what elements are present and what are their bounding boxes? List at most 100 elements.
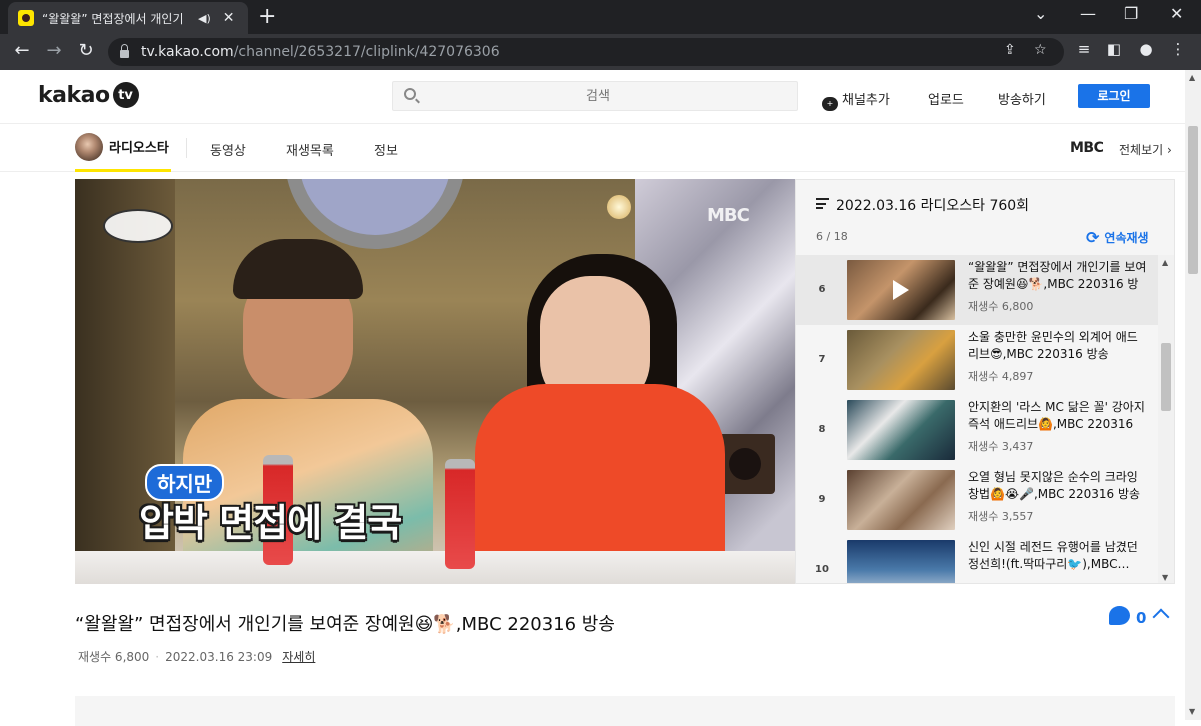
detail-link[interactable]: 자세히 [282,648,315,665]
tab-playlists[interactable]: 재생목록 [286,140,334,159]
tab-info[interactable]: 정보 [374,140,398,159]
video-date: 2022.03.16 23:09 [165,649,273,664]
comment-icon[interactable] [1109,606,1130,625]
playlist-scrollbar[interactable]: ▲ ▼ [1158,255,1174,583]
playlist-menu-icon[interactable] [816,198,829,209]
comment-count[interactable]: 0 [1136,609,1146,627]
speaker-icon[interactable]: ◀) [198,12,211,25]
show-logo-icon [103,209,173,243]
playlist-thumbnail[interactable] [847,330,955,390]
logo-tv-badge: tv [112,82,139,108]
playlist-title[interactable]: 2022.03.16 라디오스타 760회 [836,195,1029,215]
tab-close-icon[interactable]: ✕ [223,10,235,26]
water-bottle [445,459,475,569]
add-channel-label: 채널추가 [842,93,890,108]
profile-icon[interactable]: ● [1134,40,1158,58]
address-bar[interactable]: tv.kakao.com /channel/2653217/cliplink/4… [108,38,1064,66]
upload-link[interactable]: 업로드 [928,89,964,108]
site-header: kakao tv + 채널추가 업로드 방송하기 로그인 [0,70,1185,124]
tab-title: “왈왈왈” 면접장에서 개인기 [42,11,184,26]
channel-nav: 라디오스타 동영상 재생목록 정보 MBC 전체보기 › [0,124,1185,172]
playlist-item-views: 재생수 3,437 [968,440,1034,453]
kakao-tv-logo[interactable]: kakao tv [38,82,139,108]
play-icon[interactable] [893,280,909,300]
chevron-up-icon[interactable] [1153,606,1169,622]
login-button[interactable]: 로그인 [1078,84,1150,108]
guest-left-hair [233,239,363,299]
broadcaster-watermark: MBC [707,205,750,226]
scroll-down-arrow-icon[interactable]: ▼ [1162,573,1168,582]
playlist-item-title[interactable]: 소울 충만한 윤민수의 외계어 애드리브😎,MBC 220316 방송 [968,329,1148,363]
channel-name: 라디오스타 [109,141,169,156]
playlist-item-title[interactable]: 신인 시절 레전드 유행어를 남겼던 정선희!(ft.딱따구리🐦),MBC… [968,539,1148,573]
scroll-down-arrow-icon[interactable]: ▼ [1189,707,1195,716]
search-box[interactable] [392,81,798,111]
logo-text: kakao [38,82,110,108]
new-tab-icon[interactable]: + [258,4,276,29]
url-host: tv.kakao.com [141,44,234,60]
scroll-up-arrow-icon[interactable]: ▲ [1162,258,1168,267]
bookmark-star-icon[interactable]: ☆ [1034,42,1047,58]
channel-avatar [75,132,103,161]
search-input[interactable] [423,82,773,110]
browser-menu-icon[interactable]: ⋮ [1166,40,1190,58]
add-channel-icon: + [822,97,838,111]
playlist-item-views: 재생수 6,800 [968,300,1034,313]
mbc-logo[interactable]: MBC [1070,140,1104,156]
window-close-icon[interactable]: ✕ [1170,4,1183,23]
scroll-up-arrow-icon[interactable]: ▲ [1189,73,1195,82]
minimize-icon[interactable]: — [1080,4,1096,23]
playlist-item[interactable]: 6 “왈왈왈” 면접장에서 개인기를 보여준 장예원😆🐕,MBC 220316 … [796,255,1158,325]
lock-icon[interactable] [120,44,129,58]
forward-arrow-icon[interactable]: → [42,40,66,61]
video-title: “왈왈왈” 면접장에서 개인기를 보여준 장예원😆🐕,MBC 220316 방송 [75,614,615,635]
playlist-scroll-thumb[interactable] [1161,343,1171,411]
side-panel-icon[interactable]: ◧ [1102,40,1126,58]
playlist-item-views: 재생수 4,897 [968,370,1034,383]
tab-videos[interactable]: 동영상 [210,140,246,159]
studio-table [75,551,795,584]
restore-icon[interactable]: ❐ [1124,4,1138,23]
channel-home-tab[interactable]: 라디오스타 [75,124,171,172]
playlist-item-number: 7 [818,354,826,365]
playlist-item-number: 8 [818,424,826,435]
see-all-link[interactable]: 전체보기 › [1119,141,1172,158]
browser-toolbar: ← → ↻ tv.kakao.com /channel/2653217/clip… [0,34,1201,70]
browser-tab-strip: “왈왈왈” 면접장에서 개인기 ◀) ✕ + ⌄ — ❐ ✕ [0,0,1201,34]
playlist-thumbnail[interactable] [847,400,955,460]
kakao-favicon-icon [18,10,34,26]
playlist-item-title[interactable]: 안지환의 '라스 MC 닮은 꼴' 강아지 즉석 애드리브🙆,MBC 22031… [968,399,1148,433]
guest-right [475,254,755,584]
playlist-thumbnail[interactable] [847,540,955,583]
broadcast-link[interactable]: 방송하기 [998,89,1046,108]
video-player[interactable]: MBC 하지만 압박 면접에 결국 [75,179,795,584]
playlist-count: 6 / 18 [816,230,848,243]
playlist-item[interactable]: 10 신인 시절 레전드 유행어를 남겼던 정선희!(ft.딱따구리🐦),MBC… [796,535,1158,583]
playlist-item[interactable]: 7 소울 충만한 윤민수의 외계어 애드리브😎,MBC 220316 방송 재생… [796,325,1158,395]
page-scroll-thumb[interactable] [1188,126,1198,274]
media-control-icon[interactable]: ≡ [1072,40,1096,58]
url-path: /channel/2653217/cliplink/427076306 [233,44,500,60]
caption-main: 압박 면접에 결국 [139,501,402,545]
meta-separator: · [155,649,160,664]
playlist-item-title[interactable]: “왈왈왈” 면접장에서 개인기를 보여준 장예원😆🐕,MBC 220316 방송 [968,259,1148,293]
playlist-item-number: 6 [818,284,826,295]
reload-icon[interactable]: ↻ [74,40,98,61]
playlist-item-title[interactable]: 오열 형님 못지않은 순수의 크라잉 창법🙆😭🎤,MBC 220316 방송 [968,469,1148,503]
description-box [75,696,1175,726]
playlist-thumbnail[interactable] [847,470,955,530]
playlist-thumbnail[interactable] [847,260,955,320]
studio-lamp [607,195,631,219]
browser-tab[interactable]: “왈왈왈” 면접장에서 개인기 ◀) ✕ [8,2,248,34]
playlist-item[interactable]: 8 안지환의 '라스 MC 닮은 꼴' 강아지 즉석 애드리브🙆,MBC 220… [796,395,1158,465]
page-scrollbar[interactable]: ▲ ▼ [1185,70,1201,720]
add-channel-link[interactable]: + 채널추가 [822,89,890,111]
autoplay-toggle[interactable]: ⟳ 연속재생 [1086,228,1149,247]
share-icon[interactable]: ⇪ [1004,42,1016,58]
back-arrow-icon[interactable]: ← [10,40,34,61]
tab-search-chevron-icon[interactable]: ⌄ [1034,4,1047,23]
search-icon[interactable] [404,88,416,100]
playlist-item[interactable]: 9 오열 형님 못지않은 순수의 크라잉 창법🙆😭🎤,MBC 220316 방송… [796,465,1158,535]
playlist-panel: 2022.03.16 라디오스타 760회 6 / 18 ⟳ 연속재생 6 “왈… [795,179,1175,584]
playlist-item-views: 재생수 3,557 [968,510,1034,523]
